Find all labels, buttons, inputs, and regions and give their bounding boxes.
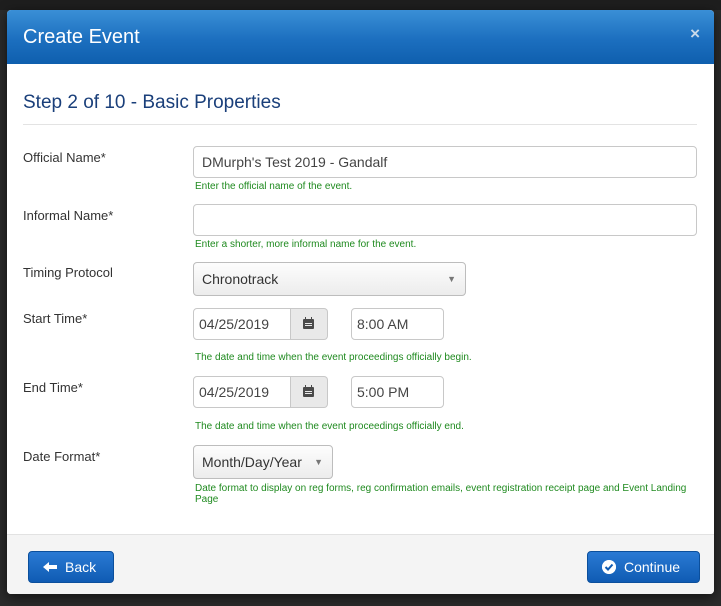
timing-protocol-select[interactable]: Chronotrack ▼ — [193, 262, 466, 296]
check-circle-icon — [602, 560, 616, 574]
continue-button-label: Continue — [624, 559, 681, 575]
end-date-input[interactable] — [193, 376, 291, 408]
background-strip — [0, 0, 721, 10]
official-name-help: Enter the official name of the event. — [195, 181, 353, 192]
date-format-value: Month/Day/Year — [202, 454, 302, 470]
caret-down-icon: ▼ — [314, 457, 323, 467]
start-date-input[interactable] — [193, 308, 291, 340]
date-format-select[interactable]: Month/Day/Year ▼ — [193, 445, 333, 479]
continue-button[interactable]: Continue — [587, 551, 700, 583]
informal-name-input[interactable] — [193, 204, 697, 236]
back-button-label: Back — [65, 559, 97, 575]
informal-name-label: Informal Name* — [23, 208, 114, 223]
caret-down-icon: ▼ — [447, 274, 456, 284]
end-time-label: End Time* — [23, 380, 83, 395]
official-name-input[interactable] — [193, 146, 697, 178]
modal-header: Create Event × — [7, 10, 714, 64]
date-format-help: Date format to display on reg forms, reg… — [195, 483, 687, 505]
step-title: Step 2 of 10 - Basic Properties — [23, 92, 281, 113]
start-date-calendar-button[interactable] — [291, 308, 328, 340]
official-name-label: Official Name* — [23, 150, 106, 165]
end-date-calendar-button[interactable] — [291, 376, 328, 408]
arrow-left-icon — [43, 562, 57, 572]
create-event-modal: Create Event × Step 2 of 10 - Basic Prop… — [7, 10, 714, 594]
divider — [23, 124, 697, 125]
date-format-label: Date Format* — [23, 449, 101, 464]
calendar-icon — [303, 317, 314, 329]
close-icon[interactable]: × — [690, 24, 700, 44]
end-time-help: The date and time when the event proceed… — [195, 421, 464, 432]
timing-protocol-label: Timing Protocol — [23, 265, 113, 280]
modal-footer: Back Continue — [7, 534, 714, 594]
end-time-input[interactable] — [351, 376, 444, 408]
timing-protocol-value: Chronotrack — [202, 271, 279, 287]
start-time-label: Start Time* — [23, 311, 88, 326]
back-button[interactable]: Back — [28, 551, 114, 583]
modal-title: Create Event — [23, 26, 140, 48]
calendar-icon — [303, 385, 314, 397]
start-time-help: The date and time when the event proceed… — [195, 352, 472, 363]
start-time-input[interactable] — [351, 308, 444, 340]
informal-name-help: Enter a shorter, more informal name for … — [195, 239, 417, 250]
